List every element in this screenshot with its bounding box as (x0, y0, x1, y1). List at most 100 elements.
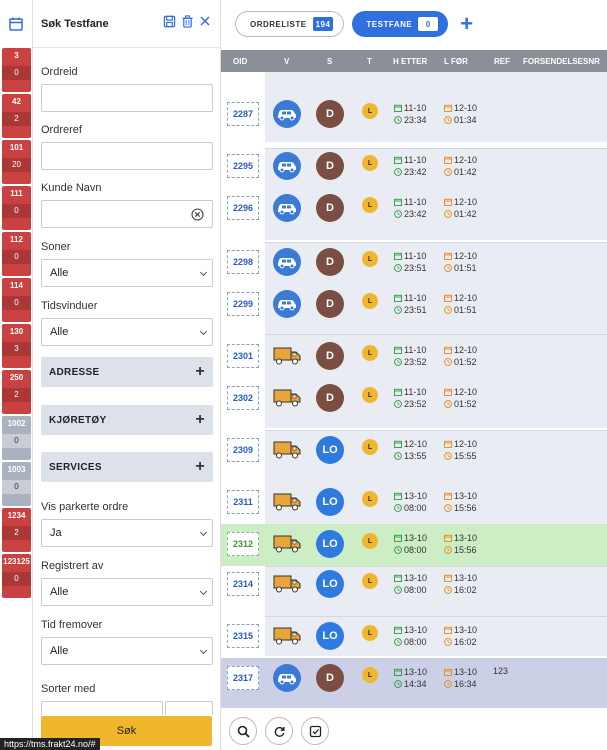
pickup-after: 13-10 08:00 (394, 490, 427, 514)
driver-avatar[interactable]: LO (316, 530, 344, 558)
zone-filter[interactable]: 30 (2, 48, 31, 92)
ordreid-input[interactable] (41, 84, 213, 112)
table-row[interactable]: 2296 D L 11-10 23:42 12-10 01:42 (221, 180, 607, 222)
table-row[interactable]: 2299 D L 11-10 23:51 12-10 01:51 (221, 284, 607, 326)
col-oid[interactable]: OID (233, 57, 247, 66)
pickup-date: 13-10 (404, 625, 428, 635)
driver-avatar[interactable]: D (316, 384, 344, 412)
zone-filter[interactable]: 101 20 (2, 140, 31, 184)
zone-name: 112 (10, 235, 23, 244)
trash-icon[interactable] (180, 14, 194, 28)
table-row[interactable]: 2301 D L 11-10 23:52 12-10 01:52 (221, 334, 607, 376)
col-forsendelsesnr[interactable]: FORSENDELSESNR (523, 57, 600, 66)
order-id-link[interactable]: 2296 (227, 196, 259, 220)
adresse-accordion[interactable]: ADRESSE + (41, 357, 213, 387)
order-id-link[interactable]: 2299 (227, 292, 259, 316)
zone-filter[interactable]: 112 0 (2, 232, 31, 276)
calendar-icon[interactable] (8, 16, 24, 32)
zone-filter[interactable]: 114 0 (2, 278, 31, 322)
zone-name: 111 (10, 189, 23, 198)
table-row[interactable]: 2286DL23:3401:34 (221, 72, 607, 90)
zone-filter[interactable]: 1003 0 (2, 462, 31, 506)
kjoretoy-accordion[interactable]: KJØRETØY + (41, 405, 213, 435)
add-tab-icon[interactable]: + (460, 11, 473, 37)
parkerte-select[interactable]: Ja (41, 519, 213, 547)
driver-avatar[interactable]: D (316, 152, 344, 180)
table-row[interactable]: 2311 LO L 13-10 08:00 13-10 15:56 (221, 480, 607, 522)
close-icon[interactable] (198, 14, 212, 28)
driver-avatar[interactable]: D (316, 342, 344, 370)
zone-name: 1003 (7, 465, 26, 474)
tid-fremover-select[interactable]: Alle (41, 637, 213, 665)
search-button[interactable] (229, 717, 257, 745)
table-row[interactable]: 2302 D L 11-10 23:52 12-10 01:52 (221, 376, 607, 418)
driver-avatar[interactable]: D (316, 194, 344, 222)
order-id-link[interactable]: 2309 (227, 438, 259, 462)
order-id-link[interactable]: 2287 (227, 102, 259, 126)
zone-name: 1002 (7, 419, 26, 428)
refresh-button[interactable] (265, 717, 293, 745)
soner-select[interactable]: Alle (41, 259, 213, 287)
order-id-link[interactable]: 2298 (227, 250, 259, 274)
zone-filter[interactable]: 42 2 (2, 94, 31, 138)
table-row[interactable]: 2287 D L 11-10 23:34 12-10 01:34 (221, 92, 607, 134)
clear-circle-icon[interactable] (191, 208, 204, 221)
col-l-for[interactable]: L FØR (444, 57, 468, 66)
col-ref[interactable]: REF (494, 57, 510, 66)
driver-avatar[interactable]: LO (316, 436, 344, 464)
sorter-select[interactable] (41, 701, 163, 715)
pickup-date: 11-10 (404, 345, 427, 355)
order-id-link[interactable]: 2315 (227, 624, 259, 648)
col-t[interactable]: T (367, 57, 372, 66)
driver-avatar[interactable]: LO (316, 570, 344, 598)
zone-filter[interactable]: 250 2 (2, 370, 31, 414)
tidsvinduer-label: Tidsvinduer (41, 300, 98, 312)
pickup-date: 13-10 (404, 573, 428, 583)
order-id-link[interactable]: 2312 (227, 532, 259, 556)
kunde-navn-input[interactable] (41, 200, 213, 228)
zone-filter[interactable]: 1002 0 (2, 416, 31, 460)
tab-testfane[interactable]: TESTFANE 0 (352, 11, 449, 37)
services-accordion[interactable]: SERVICES + (41, 452, 213, 482)
order-id-link[interactable]: 2301 (227, 344, 259, 368)
col-h-etter[interactable]: H ETTER (393, 57, 427, 66)
registrert-label: Registrert av (41, 560, 104, 572)
registrert-select[interactable]: Alle (41, 578, 213, 606)
driver-avatar[interactable]: D (316, 290, 344, 318)
tidsvinduer-select[interactable]: Alle (41, 318, 213, 346)
driver-avatar[interactable]: D (316, 100, 344, 128)
pickup-time: 23:52 (404, 399, 427, 409)
order-id-link[interactable]: 2311 (227, 490, 259, 514)
table-row[interactable]: 2314 LO L 13-10 08:00 13-10 16:02 (221, 566, 607, 608)
table-row[interactable]: 2317 D L 13-10 14:34 13-10 16:34 123 (221, 658, 607, 708)
col-v[interactable]: V (284, 57, 289, 66)
driver-avatar[interactable]: D (316, 248, 344, 276)
table-row[interactable]: 2315 LO L 13-10 08:00 13-10 16:02 (221, 616, 607, 658)
zone-filter[interactable]: 1234 2 (2, 508, 31, 552)
tab-ordreliste[interactable]: ORDRELISTE 194 (235, 11, 345, 37)
order-id-link[interactable]: 2314 (227, 572, 259, 596)
order-id-link[interactable]: 2295 (227, 154, 259, 178)
ordreref-input[interactable] (41, 142, 213, 170)
table-row[interactable]: 2312 LO L 13-10 08:00 13-10 15:56 (221, 524, 607, 566)
table-row[interactable]: 2298 D L 11-10 23:51 12-10 01:51 (221, 242, 607, 284)
truck-icon (273, 342, 301, 370)
zone-name: 250 (9, 373, 24, 382)
delivery-before: 12-10 01:42 (444, 196, 477, 220)
save-icon[interactable] (162, 14, 176, 28)
table-row[interactable]: 2309 LO L 12-10 13:55 12-10 15:55 (221, 428, 607, 470)
kunde-navn-label: Kunde Navn (41, 182, 102, 194)
type-badge: L (362, 387, 378, 403)
table-row[interactable]: 2295 D L 11-10 23:42 12-10 01:42 (221, 138, 607, 180)
driver-avatar[interactable]: D (316, 664, 344, 692)
zone-filter[interactable]: 123125 0 (2, 554, 31, 598)
select-all-button[interactable] (301, 717, 329, 745)
col-s[interactable]: S (327, 57, 332, 66)
order-id-link[interactable]: 2302 (227, 386, 259, 410)
driver-avatar[interactable]: LO (316, 488, 344, 516)
driver-avatar[interactable]: LO (316, 622, 344, 650)
zone-filter[interactable]: 111 0 (2, 186, 31, 230)
order-id-link[interactable]: 2317 (227, 666, 259, 690)
zone-filter[interactable]: 130 3 (2, 324, 31, 368)
sort-direction-button[interactable] (165, 701, 213, 715)
